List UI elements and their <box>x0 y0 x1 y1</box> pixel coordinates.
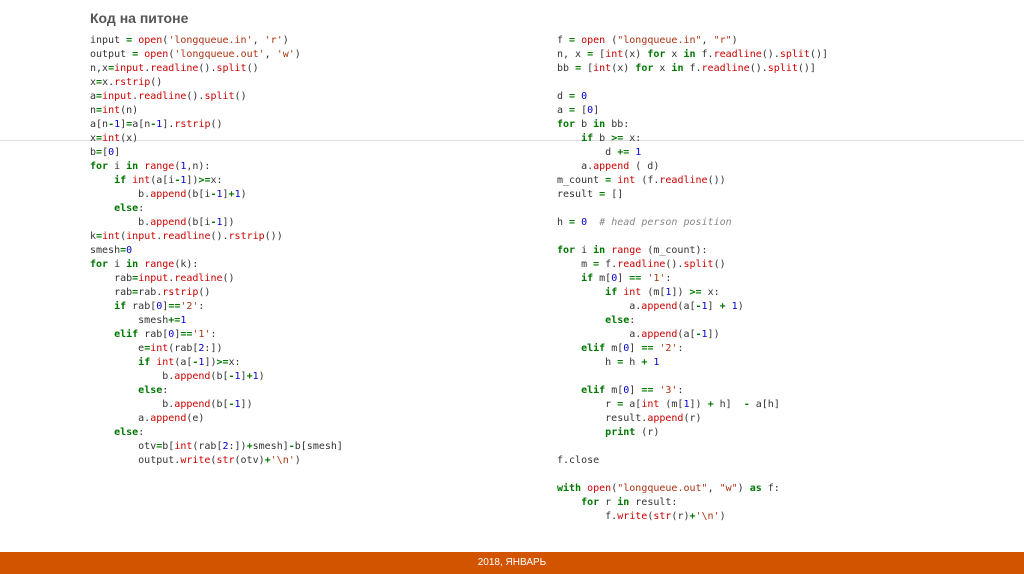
footer-bar: 2018, ЯНВАРЬ <box>0 552 1024 574</box>
footer-text: 2018, ЯНВАРЬ <box>478 557 547 568</box>
code-left: input = open('longqueue.in', 'r') output… <box>90 34 517 468</box>
code-right: f = open ("longqueue.in", "r") n, x = [i… <box>557 34 984 524</box>
slide: Код на питоне input = open('longqueue.in… <box>0 0 1024 574</box>
code-right-column: f = open ("longqueue.in", "r") n, x = [i… <box>557 34 984 524</box>
code-left-column: input = open('longqueue.in', 'r') output… <box>90 34 517 524</box>
slide-title: Код на питоне <box>90 10 188 26</box>
code-columns: input = open('longqueue.in', 'r') output… <box>90 34 984 524</box>
